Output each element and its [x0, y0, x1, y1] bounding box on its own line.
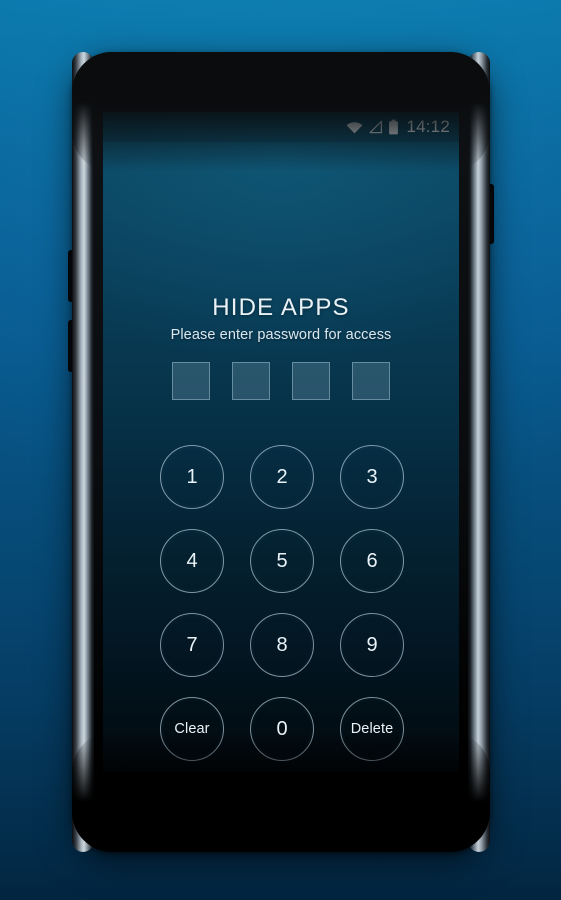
signal-triangle-icon — [368, 120, 383, 134]
key-9[interactable]: 9 — [340, 613, 404, 677]
key-5[interactable]: 5 — [250, 529, 314, 593]
key-8[interactable]: 8 — [250, 613, 314, 677]
power-key[interactable] — [487, 184, 494, 244]
key-delete[interactable]: Delete — [340, 697, 404, 761]
battery-icon — [388, 119, 399, 135]
front-camera-icon — [273, 69, 289, 84]
volume-up-key[interactable] — [68, 250, 75, 302]
password-indicator-row — [103, 362, 459, 400]
password-slot — [232, 362, 270, 400]
key-0[interactable]: 0 — [250, 697, 314, 761]
volume-down-key[interactable] — [68, 320, 75, 372]
numeric-keypad: 1 2 3 4 5 6 7 8 9 Clear 0 Delete — [160, 445, 404, 761]
key-3[interactable]: 3 — [340, 445, 404, 509]
key-clear[interactable]: Clear — [160, 697, 224, 761]
phone-device: 14:12 HIDE APPS Please enter password fo… — [68, 52, 494, 852]
phone-top-bezel — [72, 52, 490, 114]
status-bar-clock: 14:12 — [406, 117, 450, 136]
key-2[interactable]: 2 — [250, 445, 314, 509]
password-slot — [352, 362, 390, 400]
screenshot-canvas: 14:12 HIDE APPS Please enter password fo… — [0, 0, 561, 900]
key-7[interactable]: 7 — [160, 613, 224, 677]
status-bar: 14:12 — [103, 112, 459, 142]
password-slot — [172, 362, 210, 400]
key-4[interactable]: 4 — [160, 529, 224, 593]
earpiece-speaker-icon — [227, 92, 335, 104]
password-slot — [292, 362, 330, 400]
proximity-sensor-icon — [213, 93, 224, 104]
phone-screen: 14:12 HIDE APPS Please enter password fo… — [103, 112, 459, 772]
wifi-icon — [346, 120, 363, 134]
page-subtitle: Please enter password for access — [170, 327, 392, 343]
key-1[interactable]: 1 — [160, 445, 224, 509]
page-title: HIDE APPS — [212, 294, 350, 321]
key-6[interactable]: 6 — [340, 529, 404, 593]
